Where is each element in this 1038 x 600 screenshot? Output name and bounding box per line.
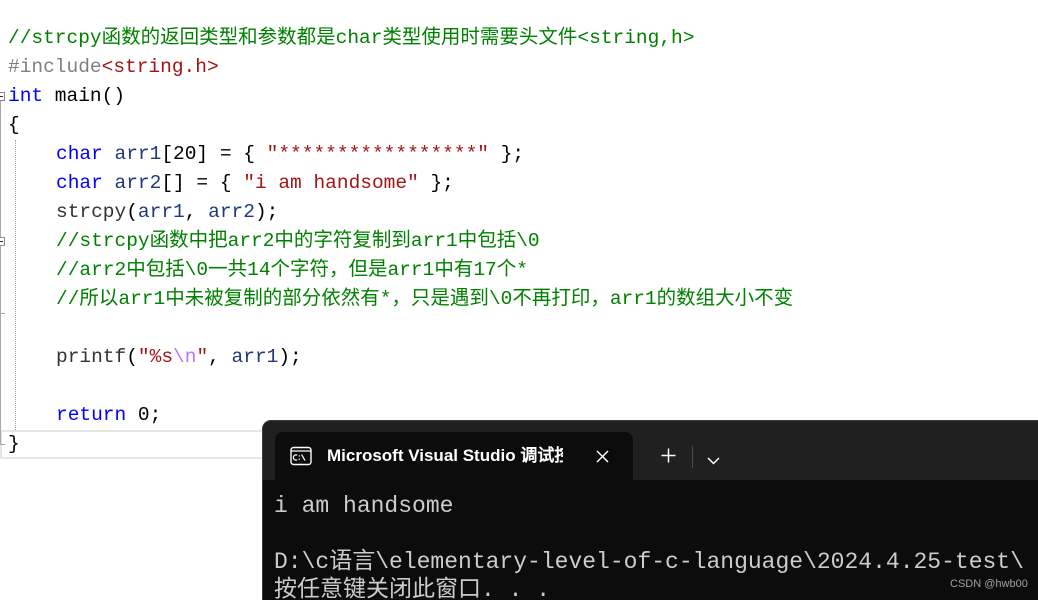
output-line: i am handsome (274, 493, 454, 519)
string-literal: "%s (137, 346, 174, 368)
terminal-tab-bar[interactable]: Microsoft Visual Studio 调试控 (263, 421, 1038, 480)
punctuation: , (184, 201, 209, 223)
code-line-empty[interactable] (0, 372, 1038, 401)
comment-text: //strcpy函数中把arr2中的字符复制到arr1中包括\0 (56, 230, 540, 252)
variable-name: arr1 (231, 346, 279, 368)
punctuation: , (208, 346, 232, 368)
variable-name: arr1 (137, 201, 185, 223)
code-line[interactable]: //strcpy函数的返回类型和参数都是char类型使用时需要头文件<strin… (0, 24, 1038, 53)
function-name: main (43, 85, 102, 107)
punctuation: ); (278, 346, 302, 368)
punctuation: [20] = { (161, 143, 267, 165)
punctuation: }; (489, 143, 525, 165)
preprocessor-directive: #include (8, 56, 102, 78)
variable-name: arr2 (102, 172, 162, 194)
keyword: char (56, 143, 103, 165)
terminal-window: Microsoft Visual Studio 调试控 i am handsom… (262, 420, 1038, 600)
code-line[interactable]: { (0, 111, 1038, 140)
code-line[interactable]: strcpy(arr1, arr2); (0, 198, 1038, 227)
comment-text: //arr2中包括\0一共14个字符，但是arr1中有17个* (56, 259, 528, 281)
punctuation: }; (418, 172, 454, 194)
string-literal: " (196, 346, 209, 368)
terminal-tab[interactable]: Microsoft Visual Studio 调试控 (275, 432, 633, 480)
code-line[interactable]: //arr2中包括\0一共14个字符，但是arr1中有17个* (0, 256, 1038, 285)
console-app-icon (290, 446, 312, 466)
punctuation: () (101, 85, 126, 107)
code-line[interactable]: printf("%s\n", arr1); (0, 343, 1038, 372)
terminal-output[interactable]: i am handsome D:\c语言\elementary-level-of… (263, 480, 1038, 600)
variable-name: arr2 (208, 201, 255, 223)
punctuation: ); (254, 201, 279, 223)
output-line: 按任意键关闭此窗口. . . (274, 577, 551, 600)
tab-title: Microsoft Visual Studio 调试控 (327, 446, 563, 465)
tab-bar-divider (692, 446, 693, 468)
chevron-down-icon[interactable] (707, 452, 720, 465)
include-header: <string.h> (101, 56, 219, 78)
keyword: return (56, 404, 127, 426)
close-icon[interactable] (595, 449, 610, 464)
code-line[interactable]: char arr2[] = { "i am handsome" }; (0, 169, 1038, 198)
open-brace: { (8, 114, 20, 136)
escape-sequence: \n (173, 346, 197, 368)
punctuation: [] = { (161, 172, 244, 194)
variable-name: arr1 (102, 143, 162, 165)
close-brace: } (8, 433, 20, 455)
keyword: char (56, 172, 103, 194)
output-line: D:\c语言\elementary-level-of-c-language\20… (274, 549, 1024, 575)
code-line[interactable]: //strcpy函数中把arr2中的字符复制到arr1中包括\0 (0, 227, 1038, 256)
function-name: strcpy (56, 201, 127, 223)
comment-text: //strcpy函数的返回类型和参数都是char类型使用时需要头文件<strin… (8, 27, 695, 49)
code-text: 0; (126, 404, 162, 426)
watermark: CSDN @hwb00 (950, 578, 1028, 590)
plus-icon[interactable] (661, 448, 676, 463)
punctuation: ( (126, 346, 138, 368)
code-lines[interactable]: //strcpy函数的返回类型和参数都是char类型使用时需要头文件<strin… (0, 24, 1038, 459)
code-line[interactable]: char arr1[20] = { "*****************" }; (0, 140, 1038, 169)
code-line[interactable]: #include<string.h> (0, 53, 1038, 82)
string-literal: "i am handsome" (243, 172, 419, 194)
punctuation: ( (126, 201, 138, 223)
code-line[interactable]: //所以arr1中未被复制的部分依然有*，只是遇到\0不再打印，arr1的数组大… (0, 285, 1038, 314)
code-line[interactable]: int main() (0, 82, 1038, 111)
code-line-empty[interactable] (0, 314, 1038, 343)
function-name: printf (56, 346, 127, 368)
comment-text: //所以arr1中未被复制的部分依然有*，只是遇到\0不再打印，arr1的数组大… (56, 288, 794, 310)
string-literal: "*****************" (266, 143, 489, 165)
keyword: int (8, 85, 44, 107)
